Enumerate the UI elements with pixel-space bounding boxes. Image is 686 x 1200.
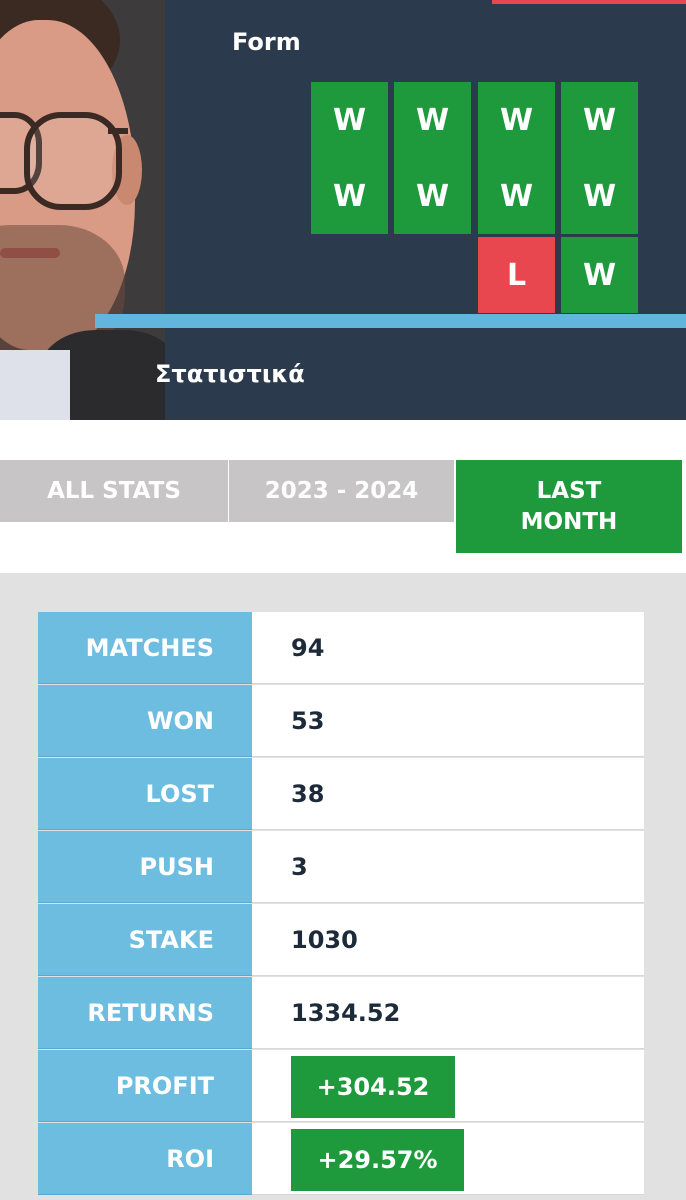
tab-last-month[interactable]: LAST MONTH bbox=[456, 460, 682, 553]
stat-row-returns: RETURNS 1334.52 bbox=[38, 977, 644, 1049]
stat-label: LOST bbox=[38, 758, 252, 830]
stat-row-profit: PROFIT +304.52 bbox=[38, 1050, 644, 1122]
stat-label: RETURNS bbox=[38, 977, 252, 1049]
stat-row-roi: ROI +29.57% bbox=[38, 1123, 644, 1195]
tab-season-2023-2024[interactable]: 2023 - 2024 bbox=[229, 460, 454, 522]
stat-value: 3 bbox=[291, 853, 308, 881]
stat-row-stake: STAKE 1030 bbox=[38, 904, 644, 976]
form-result-cell: W bbox=[478, 82, 555, 158]
stat-value: 94 bbox=[291, 634, 325, 662]
tipster-header: Form W W W W W W W W L W Στατιστικά bbox=[0, 0, 686, 420]
stat-row-push: PUSH 3 bbox=[38, 831, 644, 903]
form-result-cell: W bbox=[311, 82, 388, 158]
stat-label: WON bbox=[38, 685, 252, 757]
form-result-cell: W bbox=[561, 158, 638, 234]
form-result-cell: W bbox=[478, 158, 555, 234]
stat-row-matches: MATCHES 94 bbox=[38, 612, 644, 684]
stat-row-won: WON 53 bbox=[38, 685, 644, 757]
profit-badge: +304.52 bbox=[291, 1056, 455, 1118]
form-result-cell: W bbox=[394, 82, 471, 158]
stat-label: PROFIT bbox=[38, 1050, 252, 1122]
stat-label: MATCHES bbox=[38, 612, 252, 684]
stats-panel: MATCHES 94 WON 53 LOST 38 PUSH 3 STAKE 1… bbox=[0, 573, 686, 1200]
header-accent-line bbox=[95, 314, 686, 328]
stat-label: ROI bbox=[38, 1123, 252, 1195]
stat-value: 1030 bbox=[291, 926, 358, 954]
stat-row-lost: LOST 38 bbox=[38, 758, 644, 830]
form-result-cell: L bbox=[478, 237, 555, 313]
form-label: Form bbox=[232, 28, 301, 56]
stat-value: 53 bbox=[291, 707, 325, 735]
form-result-cell: W bbox=[394, 158, 471, 234]
top-accent-bar bbox=[492, 0, 686, 4]
stat-value: 38 bbox=[291, 780, 325, 808]
form-result-cell: W bbox=[561, 237, 638, 313]
stat-label: PUSH bbox=[38, 831, 252, 903]
stats-heading: Στατιστικά bbox=[155, 360, 305, 388]
stat-label: STAKE bbox=[38, 904, 252, 976]
stat-value: 1334.52 bbox=[291, 999, 401, 1027]
form-result-cell: W bbox=[311, 158, 388, 234]
tipster-photo bbox=[0, 0, 165, 420]
roi-badge: +29.57% bbox=[291, 1129, 464, 1191]
form-result-cell: W bbox=[561, 82, 638, 158]
tab-all-stats[interactable]: ALL STATS bbox=[0, 460, 228, 522]
